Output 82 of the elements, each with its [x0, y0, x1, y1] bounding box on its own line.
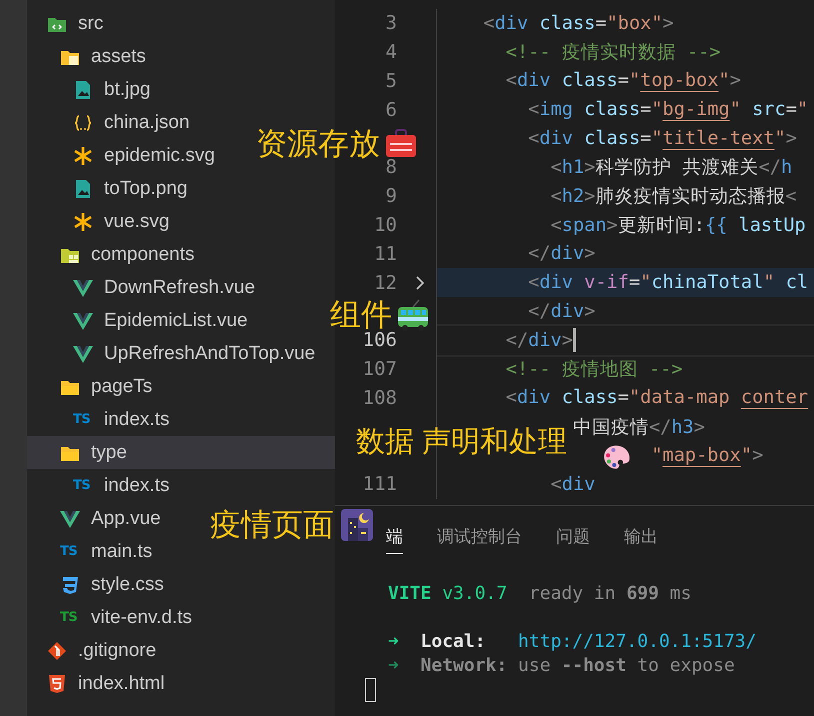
image-file-icon: [73, 80, 93, 100]
file-type-label: TS: [60, 544, 78, 559]
file-tree-item[interactable]: TS index.ts: [27, 469, 170, 502]
line-number: 107: [362, 358, 397, 380]
file-tree-item[interactable]: assets: [27, 40, 146, 73]
code-line: <h1>科学防护 共渡难关</h: [550, 156, 792, 180]
html-icon: [47, 674, 67, 694]
text-cursor: [572, 328, 576, 352]
annotation-label: 数据 声明和处理: [356, 425, 568, 460]
code-line: <!-- 疫情实时数据 -->: [506, 41, 721, 66]
terminal-line: ➜ Local: http://127.0.0.1:5173/: [388, 630, 758, 654]
code-line: <span>更新时间:{{ lastUp: [550, 214, 806, 238]
file-tree-item[interactable]: .gitignore: [27, 634, 156, 667]
line-number: 8: [384, 156, 397, 178]
annotation-label: 疫情页面: [210, 506, 334, 544]
file-tree-item[interactable]: TS main.ts: [27, 535, 152, 568]
panel-tab[interactable]: 问题: [556, 520, 590, 554]
git-icon: [47, 640, 67, 660]
vue-icon: [73, 344, 93, 364]
file-tree-item[interactable]: index.html: [27, 667, 165, 700]
code-line: <h2>肺炎疫情实时动态播报<: [550, 185, 797, 210]
code-line: </div>: [506, 330, 573, 351]
image-file-icon: [73, 178, 93, 198]
night-city-icon: [340, 508, 374, 542]
file-tree-item[interactable]: src: [27, 7, 104, 40]
asterisk-icon: [73, 212, 93, 232]
terminal-line: ➜ Network: use --host to expose: [388, 654, 736, 678]
annotation-label: 组件: [330, 296, 392, 332]
code-line: "map-box">: [651, 444, 764, 466]
vue-icon: [60, 508, 80, 528]
chevron-right-icon[interactable]: [414, 274, 426, 291]
line-number: 11: [373, 242, 397, 265]
line-number: 111: [362, 473, 397, 496]
panel-tab[interactable]: 端: [386, 520, 403, 554]
code-line: </div>: [528, 243, 596, 264]
css-icon: [60, 574, 80, 594]
file-tree-item[interactable]: pageTs: [27, 370, 152, 403]
file-tree-item[interactable]: App.vue: [27, 502, 161, 535]
code-line: <!-- 疫情地图 -->: [506, 358, 683, 382]
file-type-label: TS: [60, 610, 78, 625]
vue-icon: [73, 310, 93, 330]
line-number: 12: [373, 272, 397, 294]
file-tree-item[interactable]: vue.svg: [27, 205, 170, 238]
panel-tab[interactable]: 输出: [624, 520, 658, 554]
line-number: 6: [384, 98, 397, 121]
file-tree-item[interactable]: DownRefresh.vue: [27, 271, 256, 304]
code-line: <div class="top-box">: [506, 70, 741, 92]
line-number: 9: [384, 185, 397, 208]
code-line: <div v-if="chinaTotal" cl: [528, 272, 808, 294]
terminal-line: VITE v3.0.7 ready in 699 ms: [388, 582, 692, 606]
file-tree-item[interactable]: components: [27, 238, 195, 271]
file-tree-item[interactable]: style.css: [27, 568, 164, 601]
file-tree-item[interactable]: UpRefreshAndToTop.vue: [27, 337, 316, 370]
code-line: </div>: [528, 300, 596, 322]
asterisk-icon: [73, 146, 93, 166]
line-number: 106: [362, 329, 397, 352]
code-line: <div class="data-map conter: [506, 387, 808, 408]
file-type-label: TS: [73, 478, 92, 493]
file-tree-item[interactable]: TS index.ts: [27, 403, 170, 436]
file-type-label: TS: [73, 412, 92, 427]
file-tree-item[interactable]: type: [27, 436, 335, 469]
code-line: <div class="title-text">: [528, 128, 797, 150]
terminal-cursor: [365, 678, 376, 702]
panel-tab[interactable]: 调试控制台: [437, 520, 522, 554]
line-number: 3: [384, 12, 397, 34]
code-line: 中国疫情</h3>: [572, 416, 705, 440]
vue-icon: [73, 278, 93, 298]
code-line: <img class="bg-img" src=": [528, 99, 808, 120]
file-tree-item[interactable]: TS vite-env.d.ts: [27, 601, 192, 634]
file-tree-item[interactable]: epidemic.svg: [27, 139, 215, 172]
line-number: 5: [384, 70, 397, 92]
line-number: 108: [362, 386, 397, 409]
code-line: <div class="box">: [483, 12, 674, 34]
file-tree-item[interactable]: toTop.png: [27, 172, 188, 205]
file-tree-item[interactable]: EpidemicList.vue: [27, 304, 248, 337]
annotation-label: 资源存放: [256, 125, 380, 163]
file-tree-item[interactable]: bt.jpg: [27, 73, 150, 106]
line-number: 10: [373, 214, 397, 236]
file-tree-item[interactable]: china.json: [27, 106, 190, 139]
braces-icon: [73, 112, 93, 132]
code-line: <div: [550, 474, 596, 495]
line-number: 4: [384, 41, 397, 64]
